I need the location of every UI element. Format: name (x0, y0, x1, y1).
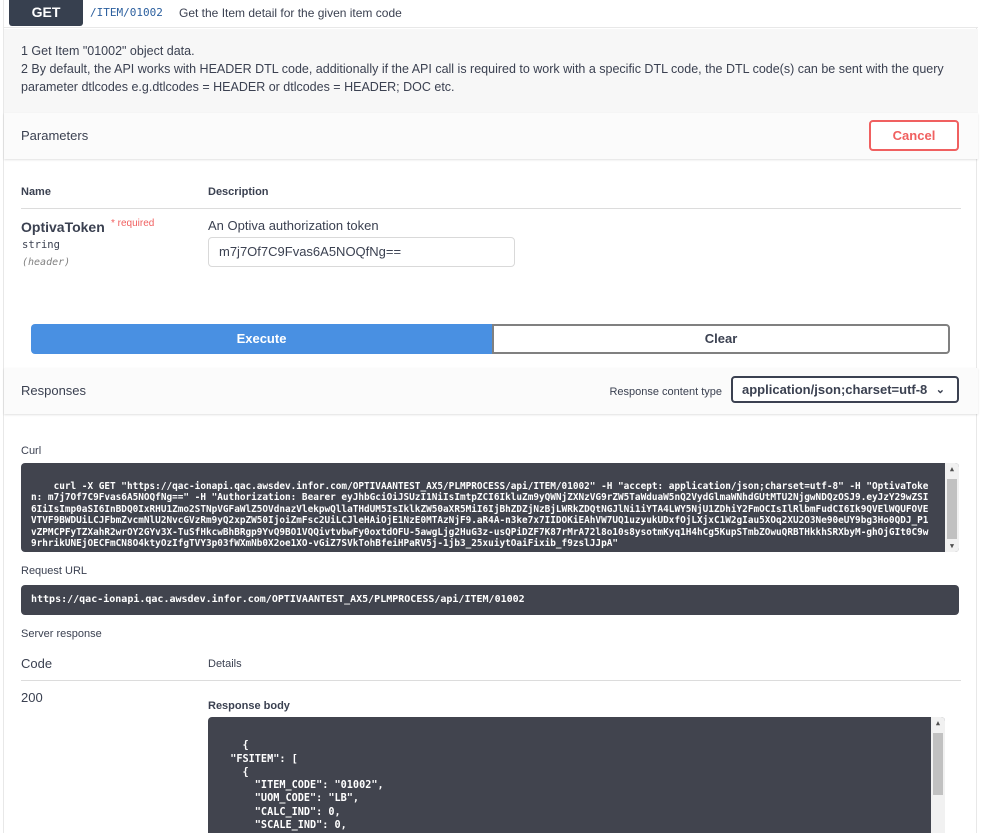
execute-button[interactable]: Execute (31, 324, 492, 354)
operation-path: /ITEM/01002 (90, 6, 163, 19)
response-table-divider (21, 680, 961, 681)
response-body-block[interactable]: { "FSITEM": [ { "ITEM_CODE": "01002", "U… (208, 717, 945, 833)
scroll-up-arrow-icon[interactable]: ▲ (931, 717, 945, 729)
curl-scrollbar-thumb[interactable] (947, 479, 957, 539)
cancel-button[interactable]: Cancel (869, 120, 959, 151)
operation-header[interactable]: GET /ITEM/01002 Get the Item detail for … (4, 0, 978, 28)
param-type: string (22, 239, 60, 251)
curl-label: Curl (21, 445, 42, 457)
param-location: (header) (22, 257, 71, 268)
parameters-header: Parameters Cancel (4, 113, 978, 159)
param-required-marker: * required (111, 218, 155, 229)
responses-header: Responses Response content type applicat… (4, 368, 978, 414)
operation-summary: Get the Item detail for the given item c… (179, 6, 402, 20)
param-divider (21, 208, 961, 209)
response-body-scrollbar-thumb[interactable] (933, 733, 943, 795)
details-column-header: Details (208, 658, 242, 670)
response-content-type-value: application/json;charset=utf-8 (742, 382, 928, 397)
chevron-down-icon: ⌄ (935, 384, 945, 396)
scroll-up-arrow-icon[interactable]: ▲ (945, 463, 959, 475)
server-response-label: Server response (21, 628, 102, 640)
scroll-down-arrow-icon[interactable]: ▼ (945, 540, 959, 552)
operation-panel: GET /ITEM/01002 Get the Item detail for … (3, 0, 978, 833)
operation-description: 1 Get Item "01002" object data. 2 By def… (4, 29, 978, 114)
responses-title: Responses (21, 383, 87, 398)
param-description: An Optiva authorization token (208, 218, 379, 233)
optiva-token-input[interactable]: m7j7Of7C9Fvas6A5NOQfNg== (208, 237, 515, 267)
response-status-code: 200 (21, 690, 43, 705)
http-method-badge: GET (9, 0, 83, 26)
curl-scrollbar[interactable]: ▲ ▼ (945, 463, 959, 552)
param-col-description: Description (208, 186, 269, 198)
description-line-1: 1 Get Item "01002" object data. (21, 44, 195, 58)
response-content-type-label: Response content type (609, 386, 722, 398)
param-col-name: Name (21, 186, 51, 198)
response-content-type-select[interactable]: application/json;charset=utf-8 ⌄ (731, 376, 959, 403)
request-url-label: Request URL (21, 565, 88, 577)
param-name: OptivaToken (21, 219, 105, 235)
request-url-block[interactable]: https://qac-ionapi.qac.awsdev.infor.com/… (21, 585, 959, 615)
clear-button[interactable]: Clear (492, 324, 950, 354)
parameters-title: Parameters (21, 128, 89, 143)
response-body-label: Response body (208, 700, 290, 712)
curl-command-block[interactable]: curl -X GET "https://qac-ionapi.qac.awsd… (21, 463, 959, 552)
response-body-scrollbar[interactable]: ▲ (931, 717, 945, 833)
description-line-2: 2 By default, the API works with HEADER … (21, 62, 944, 94)
curl-command-text: curl -X GET "https://qac-ionapi.qac.awsd… (31, 480, 929, 550)
code-column-header: Code (21, 656, 53, 671)
response-body-text: { "FSITEM": [ { "ITEM_CODE": "01002", "U… (230, 740, 384, 832)
